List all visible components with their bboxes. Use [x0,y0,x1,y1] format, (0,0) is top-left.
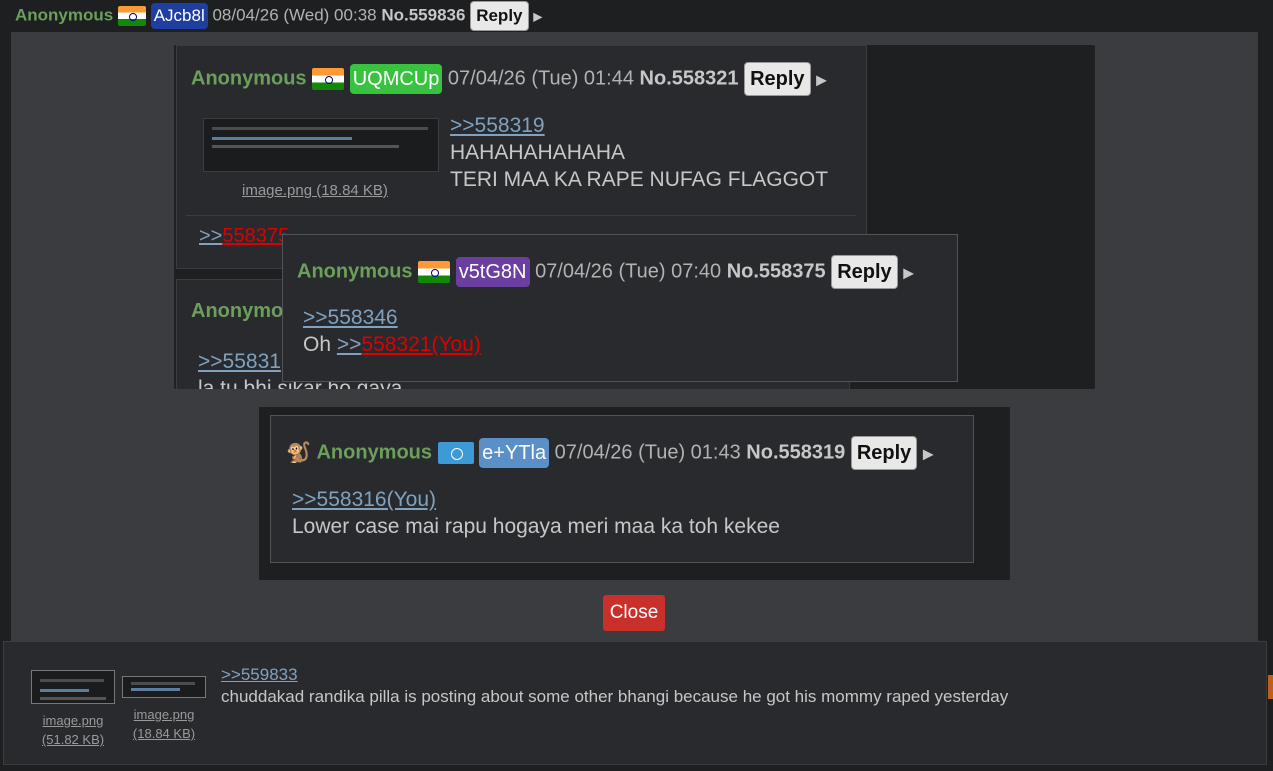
india-flag-icon [312,68,345,90]
poster-name: Anonymous [297,260,413,283]
popup-body: >>558346 Oh >>558321(You) [303,304,481,358]
reply-button[interactable]: Reply [470,1,529,31]
quote-link[interactable]: >>559833 [221,665,298,684]
post-558321-body: >>558319 HAHAHAHAHAHA TERI MAA KA RAPE N… [450,112,828,193]
poster-id[interactable]: UQMCUp [349,64,443,94]
post-image-thumbnail[interactable] [203,118,439,172]
post-menu-arrow-icon[interactable]: ▶ [816,71,827,87]
top-post-header: Anonymous AJcb8l 08/04/26 (Wed) 00:38 No… [15,1,542,31]
quote-link[interactable]: >>558316(You) [292,488,436,511]
post-text: Oh [303,333,337,356]
post-date: 08/04/26 (Wed) 00:38 [212,5,377,25]
monkey-icon: 🐒 [286,442,311,464]
post-number[interactable]: No.559836 [381,5,465,24]
post-text-line: HAHAHAHAHAHA [450,141,626,164]
post-image-thumbnail[interactable] [122,676,206,698]
backlinks-divider [186,215,856,216]
post-menu-arrow-icon[interactable]: ▶ [533,9,542,23]
image-size: (18.84 KB) [132,726,196,741]
post-number[interactable]: No.558375 [727,260,826,282]
poster-name: Anonymous [15,5,114,25]
post-text-line: Lower case mai rapu hogaya meri maa ka t… [292,515,780,538]
poster-name: Anonymous [191,67,307,90]
post-text-line: chuddakad randika pilla is posting about… [221,687,1009,706]
quote-link-prefix[interactable]: >> [337,333,362,356]
india-flag-icon [418,261,451,283]
file-info-1: image.png (51.82 KB) [31,711,115,749]
poster-id[interactable]: v5tG8N [455,257,530,287]
reply-button[interactable]: Reply [850,436,918,470]
india-flag-icon [117,6,146,26]
post-date: 07/04/26 (Tue) 01:44 [447,67,634,90]
bottom-post-body: >>559833 chuddakad randika pilla is post… [221,664,1008,708]
post-image-thumbnail[interactable] [31,670,115,704]
post-558319-body: >>558316(You) Lower case mai rapu hogaya… [292,486,780,540]
reply-button[interactable]: Reply [744,62,811,96]
backlink-prefix[interactable]: >> [199,225,222,247]
backlinks: >>558375 [199,225,289,248]
image-size: (51.82 KB) [41,732,105,747]
post-number[interactable]: No.558319 [746,441,845,463]
quote-link[interactable]: >>558346 [303,306,398,329]
image-filename-link[interactable]: image.png [122,705,206,724]
poster-id[interactable]: AJcb8l [150,3,208,29]
scroll-edge-marker [1268,675,1273,699]
backlink[interactable]: 558375 [222,225,289,247]
quote-link[interactable]: >>55831 [198,350,281,373]
quote-link-you[interactable]: 558321(You) [361,333,481,356]
poster-id[interactable]: e+YTla [479,438,550,468]
post-date: 07/04/26 (Tue) 01:43 [554,441,741,464]
post-text-line: TERI MAA KA RAPE NUFAG FLAGGOT [450,168,829,191]
popup-header: Anonymous v5tG8N 07/04/26 (Tue) 07:40 No… [297,255,914,289]
reply-button[interactable]: Reply [831,255,898,289]
post-menu-arrow-icon[interactable]: ▶ [923,445,934,461]
post-558321-header: Anonymous UQMCUp 07/04/26 (Tue) 01:44 No… [191,62,827,96]
image-filename-link[interactable]: image.png [31,711,115,730]
close-button[interactable]: Close [603,595,665,631]
file-info-2: image.png (18.84 KB) [122,705,206,743]
post-number[interactable]: No.558321 [640,67,739,89]
partial-post-quote: >>55831 [198,350,281,374]
image-filename-link[interactable]: image.png (18.84 KB) [242,182,388,199]
quote-link[interactable]: >>558319 [450,114,545,137]
post-date: 07/04/26 (Tue) 07:40 [535,260,722,283]
post-558319-header: 🐒 Anonymous e+YTla 07/04/26 (Tue) 01:43 … [286,436,934,470]
post-menu-arrow-icon[interactable]: ▶ [903,264,914,280]
un-flag-icon [437,442,474,464]
poster-name: Anonymous [316,441,433,464]
